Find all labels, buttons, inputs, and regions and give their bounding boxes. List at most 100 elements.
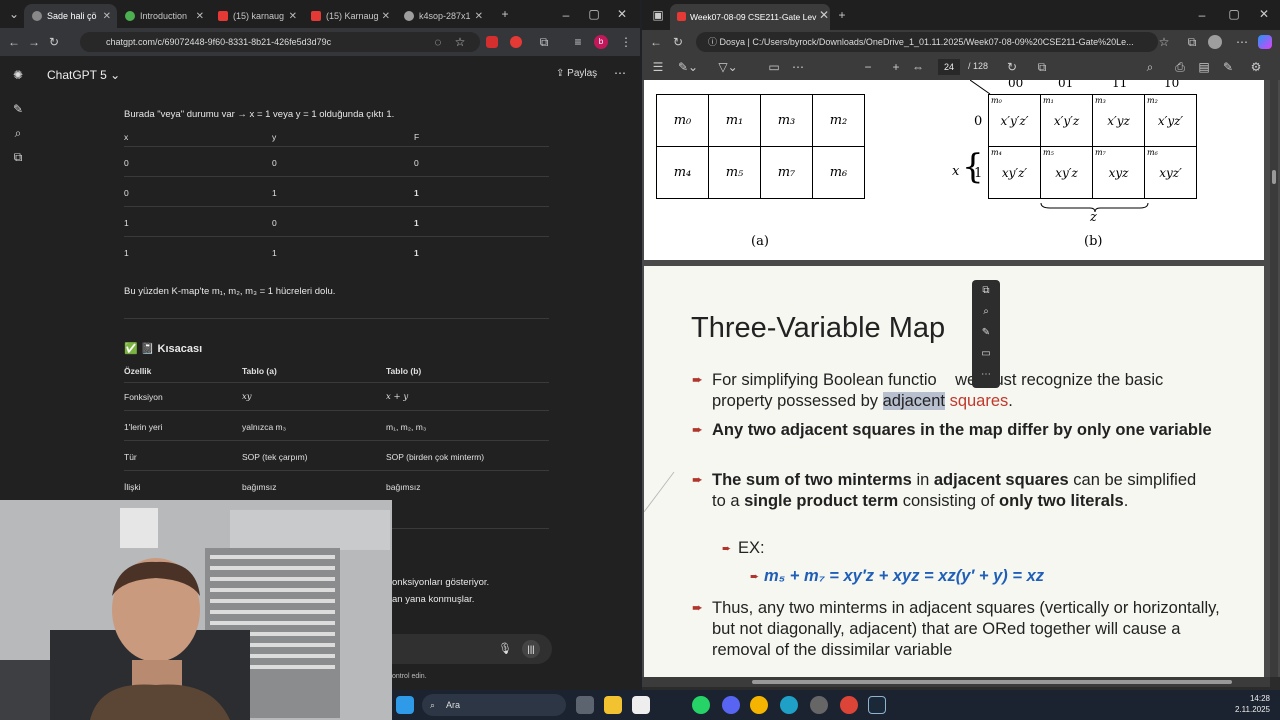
- message-composer[interactable]: 🎙 |||: [392, 634, 552, 664]
- rotate-icon[interactable]: ↻: [1002, 60, 1022, 74]
- tab-menu-icon[interactable]: ⌄: [4, 7, 24, 21]
- zoom-in-icon[interactable]: +: [886, 60, 906, 74]
- more-tools-icon[interactable]: ⋯: [788, 60, 808, 74]
- search-icon[interactable]: ⌕: [972, 301, 1000, 322]
- minimize-icon[interactable]: –: [1192, 8, 1212, 22]
- youtube-icon: [218, 11, 228, 21]
- collections-icon[interactable]: ⧉: [1182, 35, 1202, 50]
- contents-icon[interactable]: ☰: [648, 60, 668, 74]
- menu-icon[interactable]: ⋮: [616, 35, 636, 49]
- back-icon[interactable]: ←: [646, 35, 666, 49]
- more-options-icon[interactable]: ⋯: [614, 66, 626, 80]
- tab-1[interactable]: Introduction ✕: [117, 4, 210, 28]
- horizontal-scrollbar[interactable]: [642, 677, 1270, 687]
- close-icon[interactable]: ✕: [196, 11, 204, 22]
- search-icon[interactable]: ⌕: [11, 126, 25, 140]
- openai-logo-icon[interactable]: ✺: [11, 68, 25, 82]
- taskbar-search[interactable]: ⌕ Ara: [422, 694, 566, 716]
- address-bar-row: ← ↻ ⓘ Dosya | C:/Users/byrock/Downloads/…: [642, 30, 1280, 54]
- avatar[interactable]: [1208, 35, 1222, 49]
- maximize-icon[interactable]: ▢: [1224, 7, 1244, 21]
- save-icon[interactable]: ▤: [1194, 60, 1214, 74]
- new-chat-icon[interactable]: ✎: [11, 102, 25, 116]
- chrome-icon[interactable]: [750, 696, 768, 714]
- tab-3[interactable]: (15) Karnaug ✕: [303, 4, 396, 28]
- highlight-icon[interactable]: ✎⌄: [678, 60, 698, 74]
- whatsapp-icon[interactable]: [692, 696, 710, 714]
- print-icon[interactable]: ⎙: [1170, 60, 1190, 75]
- forward-icon[interactable]: →: [24, 35, 44, 49]
- media-icon[interactable]: ≡: [568, 35, 588, 49]
- settings-icon[interactable]: ⚙: [1246, 60, 1266, 74]
- reload-icon[interactable]: ↻: [668, 35, 688, 49]
- pdf-browser-window: ▣ Week07-08-09 CSE211-Gate Lev ✕ + – ▢ ✕…: [642, 0, 1280, 690]
- extension-icon[interactable]: [486, 36, 498, 48]
- tab-2[interactable]: (15) karnaug ✕: [210, 4, 303, 28]
- page-number-input[interactable]: 24: [938, 59, 960, 75]
- chrome-icon[interactable]: [840, 696, 858, 714]
- voice-mode-icon[interactable]: |||: [522, 640, 540, 658]
- clock[interactable]: 14:28 2.11.2025: [1235, 693, 1270, 715]
- disclaimer-text: ontrol edin.: [392, 673, 427, 680]
- kmap-b: m₀ x′y′z′ m₁ x′y′z m₃ x′yz m₂ x′yz′ m₄ xy′z′ …: [988, 94, 1197, 199]
- new-tab-icon[interactable]: +: [832, 8, 852, 22]
- avatar[interactable]: b: [594, 35, 608, 49]
- close-window-icon[interactable]: ✕: [612, 7, 632, 21]
- notion-icon[interactable]: [632, 696, 650, 714]
- library-icon[interactable]: ⧉: [11, 150, 25, 164]
- maximize-icon[interactable]: ▢: [584, 7, 604, 21]
- tab-4[interactable]: k4sop-287x1 ✕: [396, 4, 489, 28]
- url-input[interactable]: chatgpt.com/c/69072448-9f60-8331-8b21-42…: [80, 32, 480, 52]
- comment-icon[interactable]: ▭: [972, 343, 1000, 364]
- tab-actions-icon[interactable]: ▣: [648, 8, 668, 22]
- edge-icon[interactable]: [780, 696, 798, 714]
- taskbar: ⌕ Ara 14:28 2.11.2025: [392, 690, 1280, 720]
- app-icon[interactable]: [810, 696, 828, 714]
- copy-icon[interactable]: ⧉: [972, 280, 1000, 301]
- back-icon[interactable]: ←: [4, 35, 24, 49]
- address-bar-row: ← → ↻ chatgpt.com/c/69072448-9f60-8331-8…: [0, 28, 640, 56]
- share-button[interactable]: ⇪ Paylaş: [556, 68, 597, 79]
- divider: [124, 318, 549, 319]
- text-icon[interactable]: ▭: [764, 60, 784, 74]
- close-icon[interactable]: ✕: [814, 8, 834, 22]
- favorite-star-icon[interactable]: ☆: [1154, 35, 1174, 49]
- partial-text: an yana konmuşlar.: [392, 594, 475, 605]
- copilot-icon[interactable]: [1258, 35, 1272, 49]
- discord-icon[interactable]: [722, 696, 740, 714]
- draw-icon[interactable]: ▽⌄: [718, 60, 738, 74]
- model-selector[interactable]: ChatGPT 5 ⌄: [47, 68, 120, 82]
- minimize-icon[interactable]: –: [556, 8, 576, 22]
- vertical-scrollbar[interactable]: [1270, 80, 1278, 677]
- tab-0[interactable]: Sade hali çö ✕: [24, 4, 117, 28]
- tab-pdf[interactable]: Week07-08-09 CSE211-Gate Lev: [670, 4, 830, 30]
- highlight-icon[interactable]: ✎: [972, 322, 1000, 343]
- kmap-b-row-label: 0: [974, 114, 983, 129]
- url-input[interactable]: ⓘ Dosya | C:/Users/byrock/Downloads/OneD…: [696, 32, 1158, 52]
- pdf-viewer[interactable]: m₀ m₁ m₃ m₂ m₄ m₅ m₇ m₆ (a) 00 01 11 10 0 1 x …: [642, 80, 1280, 677]
- windows-start-icon[interactable]: [396, 696, 414, 714]
- bookmark-star-icon[interactable]: ☆: [450, 35, 470, 49]
- close-icon[interactable]: ✕: [103, 11, 111, 22]
- microphone-icon[interactable]: 🎙: [498, 642, 512, 655]
- page-view-icon[interactable]: ⧉: [1032, 60, 1052, 75]
- eye-off-icon[interactable]: ◌: [428, 35, 448, 49]
- extensions-puzzle-icon[interactable]: ⧉: [534, 35, 554, 50]
- close-window-icon[interactable]: ✕: [1254, 7, 1274, 21]
- close-icon[interactable]: ✕: [289, 11, 297, 22]
- search-icon[interactable]: ⌕: [1140, 60, 1160, 75]
- zoom-out-icon[interactable]: −: [858, 60, 878, 74]
- task-view-icon[interactable]: [576, 696, 594, 714]
- more-icon[interactable]: ⋯: [972, 364, 1000, 385]
- close-icon[interactable]: ✕: [475, 11, 483, 22]
- extension-icon[interactable]: [510, 36, 522, 48]
- reload-icon[interactable]: ↻: [44, 35, 64, 49]
- file-explorer-icon[interactable]: [604, 696, 622, 714]
- close-icon[interactable]: ✕: [382, 11, 390, 22]
- steam-icon[interactable]: [868, 696, 886, 714]
- new-tab-icon[interactable]: +: [495, 7, 515, 21]
- fit-page-icon[interactable]: ⇔: [908, 60, 928, 74]
- tab-strip: ⌄ Sade hali çö ✕ Introduction ✕ (15) karna…: [0, 0, 640, 28]
- menu-icon[interactable]: ⋯: [1232, 35, 1252, 49]
- save-as-icon[interactable]: ✎: [1218, 60, 1238, 74]
